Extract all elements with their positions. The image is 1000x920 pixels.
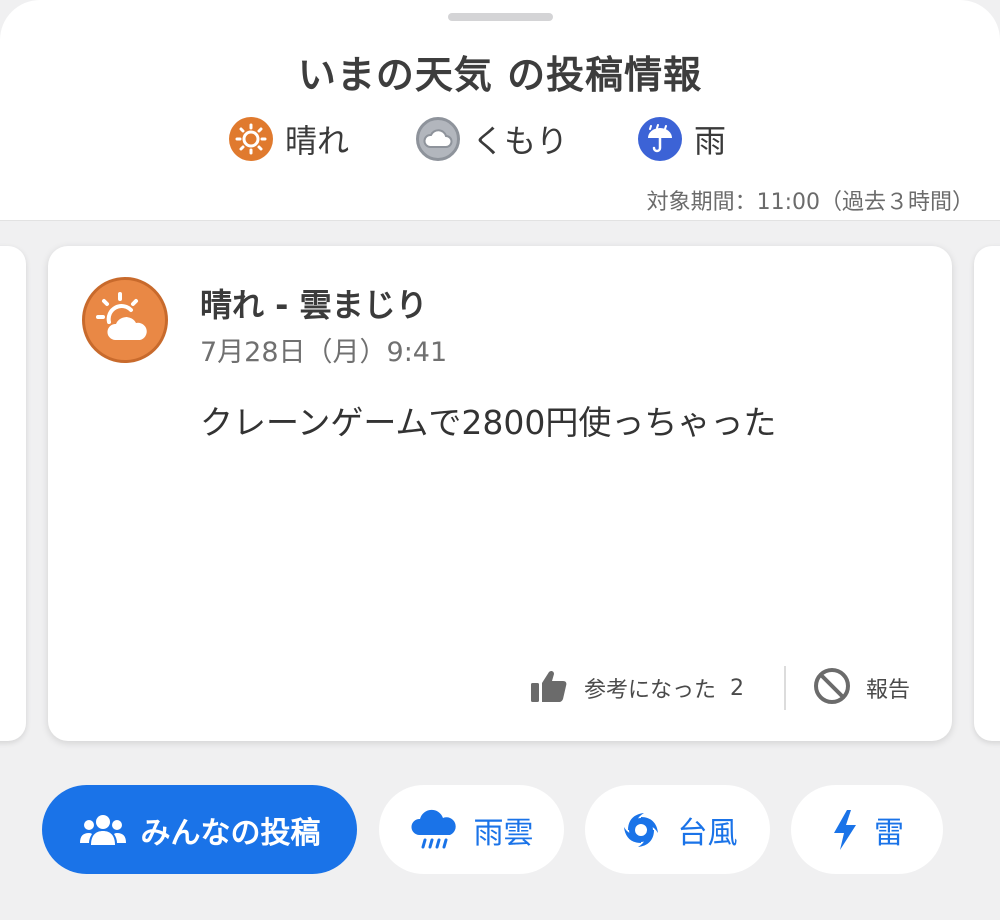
filter-label: 台風 [677,815,738,851]
filter-label: 雨雲 [473,815,534,851]
previous-post-card[interactable] [0,246,26,741]
umbrella-icon [638,117,682,161]
drag-handle[interactable] [448,13,553,21]
helpful-count: 2 [730,675,745,701]
report-button[interactable]: 報告 [812,668,910,708]
filter-label: 雷 [874,815,904,851]
rain-cloud-icon [410,809,460,851]
page-title: いまの天気 の投稿情報 [297,53,703,97]
filter-rain-cloud[interactable]: 雨雲 [379,785,564,874]
legend-item-rain: 雨 [638,116,726,162]
post-date: 7月28日（月）9:41 [200,337,448,368]
sun-icon [229,117,273,161]
sheet-header: いまの天気 の投稿情報 晴れ くもり 雨 対象期間：11:00（過去３時間） [0,0,1000,221]
filter-lightning[interactable]: 雷 [791,785,943,874]
lightning-icon [830,809,860,851]
legend-item-sunny: 晴れ [229,116,349,162]
cloud-icon [416,117,460,161]
period-text: 対象期間：11:00（過去３時間） [646,190,974,215]
divider [784,666,786,710]
next-post-card[interactable] [974,246,1000,741]
post-weather-title: 晴れ - 雲まじり [200,286,428,324]
post-body: クレーンゲームで2800円使っちゃった [200,403,777,442]
typhoon-icon [618,807,664,853]
filter-typhoon[interactable]: 台風 [585,785,770,874]
report-label: 報告 [866,678,911,703]
thumbs-up-icon [530,669,568,707]
helpful-label: 参考になった [584,678,717,703]
legend-label: 雨 [694,122,727,160]
people-icon [79,813,127,847]
legend-item-cloudy: くもり [416,116,568,162]
filter-everyone-posts[interactable]: みんなの投稿 [42,785,357,874]
block-icon [812,666,852,710]
sun-cloud-icon [82,277,168,363]
filter-label: みんなの投稿 [140,815,321,851]
post-card: 晴れ - 雲まじり 7月28日（月）9:41 クレーンゲームで2800円使っちゃ… [48,246,952,741]
legend-label: くもり [472,122,569,160]
helpful-button[interactable]: 参考になった 2 [530,668,744,708]
legend-label: 晴れ [285,122,350,160]
